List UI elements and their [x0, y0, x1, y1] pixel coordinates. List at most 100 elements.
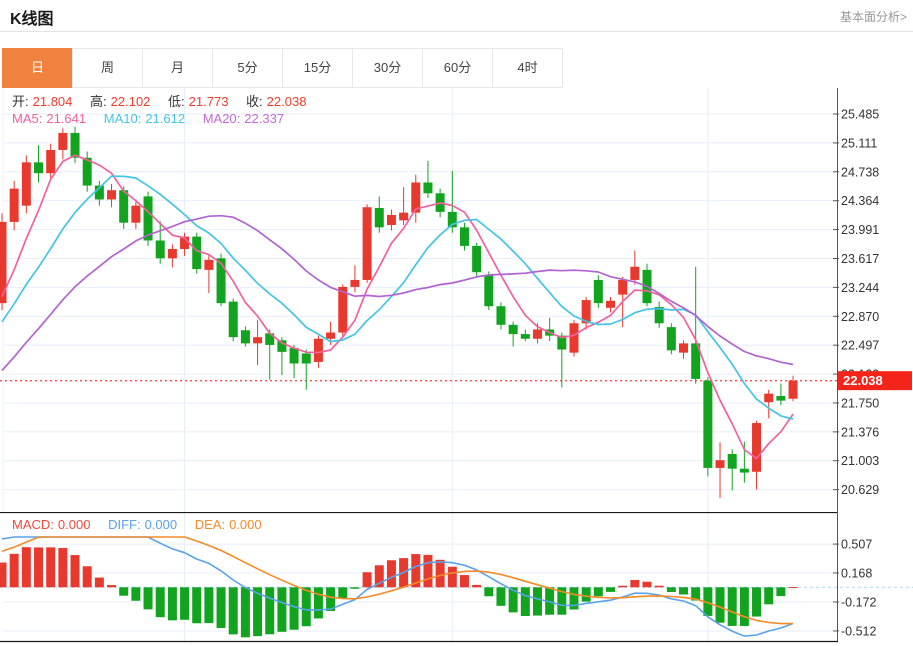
candle-up: [253, 337, 263, 344]
macd-bar-positive: [642, 581, 652, 588]
macd-bar-positive: [0, 562, 7, 588]
tab-interval-5[interactable]: 30分: [352, 48, 423, 88]
macd-bar-positive: [472, 584, 482, 588]
tab-interval-2[interactable]: 月: [142, 48, 213, 88]
macd-bar-negative: [484, 587, 494, 597]
candle-down: [593, 279, 603, 304]
candle-down: [289, 348, 299, 364]
macd-bar-positive: [82, 566, 92, 588]
candle-up: [788, 380, 798, 399]
macd-bar-negative: [155, 587, 165, 618]
candle-down: [520, 334, 530, 339]
candle-down: [484, 275, 494, 307]
price-tick-label: 25.485: [841, 108, 879, 122]
candle-down: [472, 245, 482, 273]
candle-down: [155, 240, 165, 259]
macd-bar-negative: [520, 587, 530, 616]
candle-down: [459, 227, 469, 246]
candle-up: [399, 212, 409, 221]
current-price-badge-value: 22.038: [843, 373, 883, 388]
candle-down: [119, 190, 129, 223]
macd-tick-label: -0.512: [841, 624, 876, 638]
macd-bar-positive: [654, 585, 664, 588]
candle-down: [192, 236, 202, 270]
macd-bar-negative: [338, 587, 348, 599]
price-tick-label: 22.497: [841, 339, 879, 353]
price-tick-label: 20.629: [841, 483, 879, 497]
candle-up: [326, 332, 336, 339]
macd-bar-negative: [180, 587, 190, 620]
macd-bar-positive: [447, 566, 457, 588]
interval-tab-bar: 日周月 5分 15分 30分 60分 4时: [2, 48, 563, 88]
tab-interval-7[interactable]: 4时: [492, 48, 563, 88]
macd-bar-negative: [228, 587, 238, 635]
price-tick-label: 23.617: [841, 252, 879, 266]
kline-widget: K线图 基本面分析> 日周月 5分 15分 30分 60分 4时 开: 21.804 高: 2…: [0, 0, 913, 646]
candle-up: [362, 207, 372, 280]
price-tick-label: 21.376: [841, 425, 879, 439]
macd-bar-positive: [630, 580, 640, 588]
candle-down: [374, 207, 384, 228]
tab-interval-3[interactable]: 5分: [212, 48, 283, 88]
candle-up: [752, 423, 762, 472]
macd-bar-positive: [618, 585, 628, 588]
macd-bar-positive: [94, 577, 104, 588]
macd-bar-positive: [435, 559, 445, 588]
macd-bar-negative: [143, 587, 153, 610]
price-tick-label: 25.111: [841, 136, 877, 150]
candle-down: [666, 327, 676, 351]
macd-bar-negative: [532, 587, 542, 616]
macd-bar-negative: [289, 587, 299, 630]
macd-bar-negative: [119, 587, 129, 596]
price-tick-label: 22.870: [841, 310, 879, 324]
macd-bar-positive: [46, 547, 56, 588]
macd-bar-negative: [192, 587, 202, 624]
macd-bar-positive: [21, 547, 31, 588]
tab-interval-1[interactable]: 周: [72, 48, 143, 88]
fundamental-analysis-link[interactable]: 基本面分析>: [840, 8, 907, 25]
main-price-chart[interactable]: 25.485 25.111 24.738 24.364 23.991 23.617 23.2…: [0, 88, 913, 512]
macd-bar-negative: [167, 587, 177, 621]
tab-interval-0[interactable]: 日: [2, 48, 73, 88]
macd-bar-negative: [240, 587, 250, 638]
candle-up: [606, 300, 615, 308]
macd-bar-negative: [277, 587, 287, 632]
macd-bar-negative: [265, 587, 275, 635]
macd-bar-negative: [739, 587, 749, 627]
candle-down: [727, 453, 737, 469]
candle-up: [715, 460, 725, 468]
price-tick-label: 21.750: [841, 396, 879, 410]
candle-down: [216, 258, 226, 304]
macd-bar-negative: [727, 587, 737, 626]
macd-bar-positive: [107, 585, 117, 588]
candle-down: [301, 353, 311, 364]
macd-bar-negative: [216, 587, 226, 628]
macd-bar-negative: [593, 587, 603, 597]
candle-up: [569, 323, 579, 353]
candle-up: [46, 149, 56, 174]
candle-up: [204, 259, 214, 270]
macd-bar-positive: [58, 548, 68, 588]
candle-up: [532, 329, 542, 339]
macd-bar-negative: [752, 587, 762, 617]
diff-line: [1, 536, 794, 637]
macd-bar-negative: [496, 587, 506, 606]
candle-down: [34, 162, 44, 174]
macd-bar-positive: [386, 560, 396, 588]
candle-up: [630, 266, 640, 280]
tab-interval-6[interactable]: 60分: [422, 48, 493, 88]
candle-up: [350, 279, 360, 287]
candle-up: [679, 343, 689, 353]
macd-bar-negative: [313, 587, 323, 619]
macd-chart[interactable]: 0.507 0.168 -0.172 -0.512: [0, 512, 913, 646]
tab-interval-4[interactable]: 15分: [282, 48, 353, 88]
macd-bar-negative: [131, 587, 141, 601]
macd-bar-positive: [788, 587, 798, 589]
macd-bar-negative: [679, 587, 689, 595]
macd-bar-positive: [70, 555, 80, 588]
candle-up: [386, 214, 396, 226]
candle-down: [70, 132, 80, 158]
candle-up: [167, 248, 177, 259]
title-divider: [0, 31, 913, 32]
candle-up: [131, 205, 141, 223]
